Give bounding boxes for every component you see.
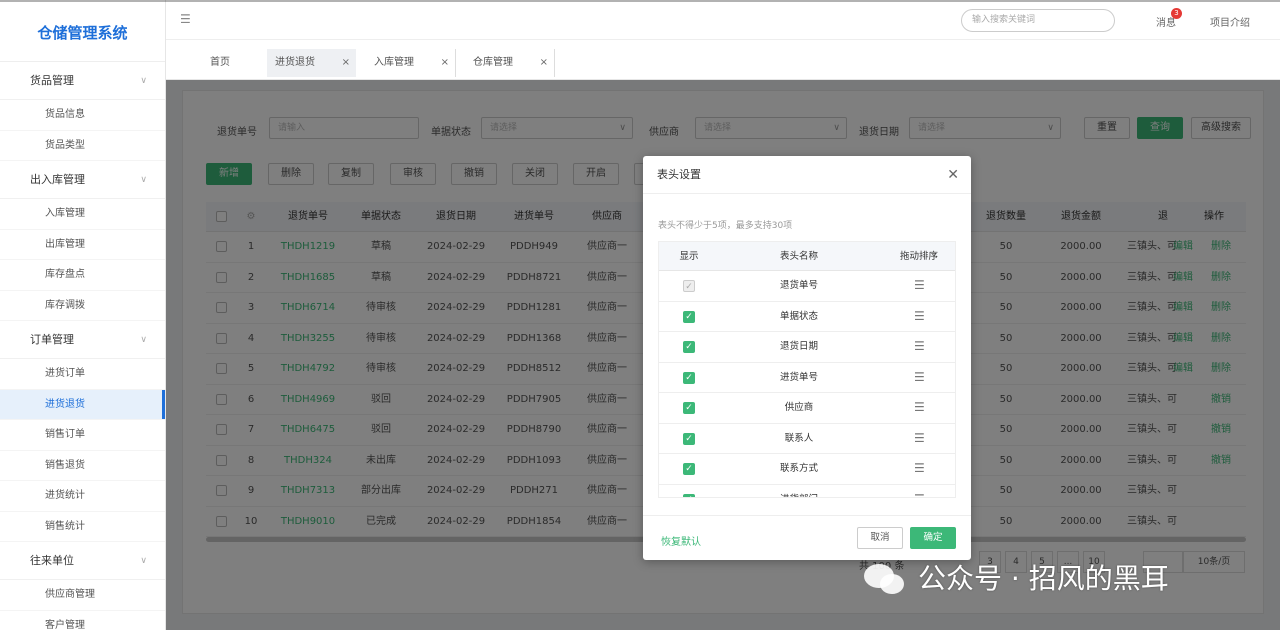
- sidebar-group[interactable]: 出入库管理 ∨: [0, 161, 165, 199]
- column-visible-checkbox[interactable]: ✓: [683, 341, 695, 353]
- tab-return[interactable]: 进货退货 ×: [267, 49, 356, 77]
- drag-handle-icon[interactable]: ☰: [914, 462, 926, 474]
- watermark-text: 公众号 · 招风的黑耳: [918, 562, 1169, 595]
- sidebar-item[interactable]: 进货订单: [0, 359, 165, 390]
- sidebar-group[interactable]: 货品管理 ∨: [0, 62, 165, 100]
- dialog-tip: 表头不得少于5项，最多支持30项: [658, 221, 793, 231]
- column-row: ✓ 退货日期 ☰: [659, 332, 955, 363]
- column-row: ✓ 联系方式 ☰: [659, 454, 955, 485]
- sidebar-item[interactable]: 销售退货: [0, 451, 165, 481]
- column-list: 显示 表头名称 拖动排序 ✓ 退货单号 ☰ ✓ 单据状态 ☰ ✓ 退货日期 ☰ ✓ 进货单号 ☰ ✓ 供应…: [658, 241, 956, 498]
- sidebar-item[interactable]: 货品类型: [0, 131, 165, 161]
- column-row: ✓ 进货单号 ☰: [659, 363, 955, 393]
- chevron-down-icon: ∨: [140, 76, 147, 86]
- drag-handle-icon[interactable]: ☰: [914, 371, 926, 383]
- column-visible-checkbox[interactable]: ✓: [683, 402, 695, 414]
- tab-label: 首页: [210, 57, 230, 68]
- close-icon[interactable]: ×: [441, 49, 449, 77]
- sidebar-group[interactable]: 订单管理 ∨: [0, 321, 165, 359]
- drag-handle-icon[interactable]: ☰: [914, 401, 926, 413]
- col-show-header: 显示: [679, 251, 699, 262]
- app-root: 仓储管理系统 货品管理 ∨ 货品信息 货品类型 出入库管理 ∨ 入库管理 出库管理 库存盘点 库存…: [0, 0, 1280, 630]
- column-row: ✓ 联系人 ☰: [659, 424, 955, 454]
- app-logo-title: 仓储管理系统: [0, 0, 165, 62]
- column-list-header: 显示 表头名称 拖动排序: [659, 242, 955, 271]
- sidebar-item[interactable]: 库存调拨: [0, 291, 165, 321]
- dialog-header: 表头设置 ✕: [643, 156, 971, 194]
- column-name: 进货单号: [779, 371, 818, 383]
- tab-warehouse[interactable]: 仓库管理 ×: [465, 49, 555, 77]
- chevron-down-icon: ∨: [140, 556, 147, 566]
- drag-handle-icon[interactable]: ☰: [914, 340, 926, 352]
- sidebar-item[interactable]: 货品信息: [0, 100, 165, 131]
- column-row: ✓ 供应商 ☰: [659, 393, 955, 424]
- drag-handle-icon[interactable]: ☰: [914, 493, 926, 498]
- message-badge: 3: [1171, 8, 1182, 19]
- drag-handle-icon[interactable]: ☰: [914, 310, 926, 322]
- tab-home[interactable]: 首页: [202, 49, 262, 77]
- chevron-down-icon: ∨: [140, 335, 147, 345]
- sidebar-group-label: 订单管理: [30, 333, 74, 346]
- sidebar-group-label: 货品管理: [30, 74, 74, 87]
- tab-inbound[interactable]: 入库管理 ×: [366, 49, 456, 77]
- sidebar-item[interactable]: 供应商管理: [0, 580, 165, 611]
- column-row: ✓ 退货单号 ☰: [659, 271, 955, 302]
- top-bar: ☰ 输入搜索关键词 消息 3 项目介绍: [166, 0, 1280, 40]
- sidebar-group[interactable]: 往来单位 ∨: [0, 542, 165, 580]
- chevron-down-icon: ∨: [140, 175, 147, 185]
- column-visible-checkbox: ✓: [683, 280, 695, 292]
- sidebar-item[interactable]: 客户管理: [0, 611, 165, 630]
- sidebar-group-label: 往来单位: [30, 554, 74, 567]
- restore-default-link[interactable]: 恢复默认: [661, 533, 701, 548]
- sidebar-item[interactable]: 入库管理: [0, 199, 165, 230]
- menu-fold-icon[interactable]: ☰: [180, 13, 194, 25]
- column-name: 供应商: [784, 402, 814, 413]
- overlay-top-edge: [0, 0, 1280, 2]
- drag-handle-icon[interactable]: ☰: [914, 432, 926, 444]
- sidebar-menu: 货品管理 ∨ 货品信息 货品类型出入库管理 ∨ 入库管理 出库管理 库存盘点 库存调拨订单管理 ∨…: [0, 62, 165, 630]
- wechat-icon: [864, 564, 904, 594]
- search-input[interactable]: 输入搜索关键词: [961, 9, 1115, 32]
- tab-label: 进货退货: [275, 57, 315, 68]
- close-icon[interactable]: ×: [540, 49, 548, 77]
- column-visible-checkbox[interactable]: ✓: [683, 432, 695, 445]
- column-visible-checkbox[interactable]: ✓: [683, 493, 695, 497]
- column-row: ✓ 进货部门 ☰: [659, 485, 955, 498]
- column-name: 退货日期: [779, 341, 818, 352]
- column-name: 退货单号: [779, 280, 818, 291]
- close-icon[interactable]: ✕: [947, 156, 959, 194]
- column-settings-dialog: 表头设置 ✕ 表头不得少于5项，最多支持30项 显示 表头名称 拖动排序 ✓ 退货单…: [643, 156, 971, 560]
- col-drag-header: 拖动排序: [899, 251, 938, 262]
- sidebar-item[interactable]: 进货退货: [0, 389, 165, 420]
- sidebar-item[interactable]: 出库管理: [0, 230, 165, 260]
- column-row: ✓ 单据状态 ☰: [659, 302, 955, 332]
- column-name: 联系人: [784, 432, 814, 444]
- column-visible-checkbox[interactable]: ✓: [683, 371, 695, 384]
- tab-label: 入库管理: [374, 57, 414, 68]
- sidebar-item[interactable]: 销售统计: [0, 512, 165, 542]
- column-name: 进货部门: [744, 485, 854, 498]
- dialog-title: 表头设置: [657, 168, 701, 181]
- close-icon[interactable]: ×: [342, 49, 350, 77]
- confirm-button[interactable]: 确定: [910, 527, 956, 549]
- about-link[interactable]: 项目介绍: [1210, 14, 1250, 29]
- tab-label: 仓库管理: [473, 57, 513, 68]
- column-visible-checkbox[interactable]: ✓: [683, 463, 695, 475]
- tab-bar: 首页 进货退货 × 入库管理 × 仓库管理 ×: [166, 41, 1280, 80]
- dialog-footer: 恢复默认 取消 确定: [643, 515, 971, 560]
- column-name: 联系方式: [779, 463, 818, 474]
- drag-handle-icon[interactable]: ☰: [914, 279, 926, 291]
- sidebar-item[interactable]: 销售订单: [0, 420, 165, 451]
- cancel-button[interactable]: 取消: [857, 527, 903, 549]
- column-name: 单据状态: [779, 310, 818, 322]
- column-visible-checkbox[interactable]: ✓: [683, 310, 695, 323]
- sidebar-item[interactable]: 库存盘点: [0, 260, 165, 291]
- sidebar-group-label: 出入库管理: [30, 173, 85, 186]
- col-name-header: 表头名称: [779, 251, 818, 262]
- sidebar-item[interactable]: 进货统计: [0, 481, 165, 512]
- sidebar: 仓储管理系统 货品管理 ∨ 货品信息 货品类型出入库管理 ∨ 入库管理 出库管理 库存盘点 库存…: [0, 0, 166, 630]
